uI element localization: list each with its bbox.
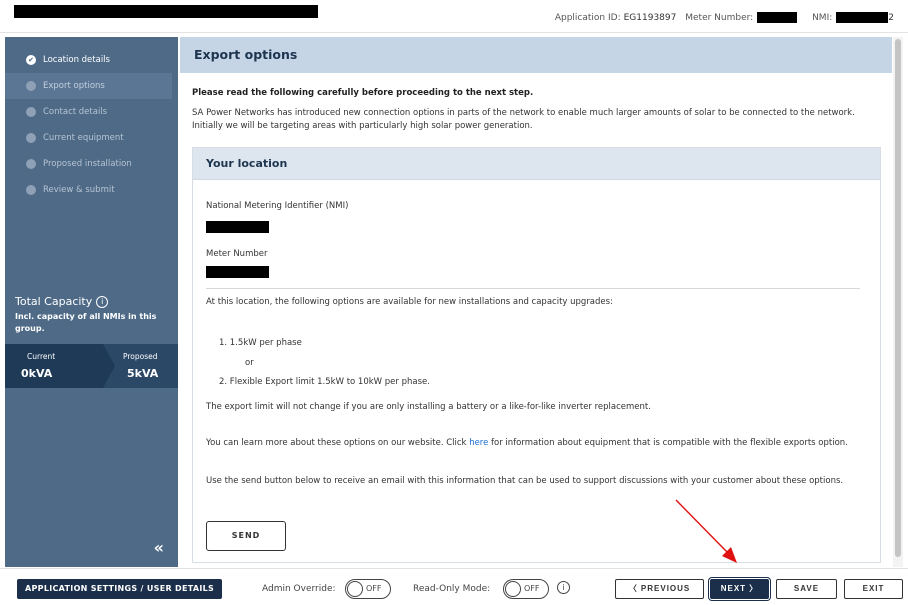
redacted-nmi-value — [206, 221, 269, 233]
current-capacity-value: 0kVA — [21, 367, 53, 380]
sidebar-item-label: Location details — [43, 55, 110, 65]
sidebar-item-current-equipment[interactable]: Current equipment — [5, 125, 178, 151]
save-button[interactable]: SAVE — [776, 579, 837, 599]
proposed-capacity-label: Proposed — [123, 352, 158, 361]
total-capacity-label: Total Capacity — [15, 295, 93, 308]
step-list: ✔ Location details Export options Contac… — [5, 37, 178, 203]
or-text: or — [245, 358, 254, 368]
options-intro-text: At this location, the following options … — [206, 297, 613, 307]
footer-bar: APPLICATION SETTINGS / USER DETAILS Admi… — [0, 568, 908, 605]
sidebar-item-location-details[interactable]: ✔ Location details — [5, 47, 178, 73]
sidebar-item-label: Review & submit — [43, 185, 115, 195]
info-icon[interactable]: i — [557, 581, 570, 594]
divider — [206, 288, 860, 289]
readonly-mode-toggle[interactable]: OFF — [503, 579, 549, 599]
sidebar-item-label: Current equipment — [43, 133, 124, 143]
current-capacity-label: Current — [27, 352, 56, 361]
sidebar-item-label: Export options — [43, 81, 105, 91]
previous-button[interactable]: 〈 PREVIOUS — [615, 579, 704, 599]
toggle-knob — [505, 581, 521, 597]
battery-note-text: The export limit will not change if you … — [206, 402, 651, 412]
step-dot-icon — [26, 81, 36, 91]
redacted-nmi — [836, 12, 889, 23]
sidebar-item-review-submit[interactable]: Review & submit — [5, 177, 178, 203]
page-title: Export options — [180, 37, 892, 73]
admin-override-toggle[interactable]: OFF — [345, 579, 391, 599]
step-dot-icon — [26, 185, 36, 195]
scrollbar-track[interactable] — [893, 37, 903, 567]
total-capacity-title: Total Capacity i — [5, 295, 178, 308]
nmi-label: NMI: — [812, 13, 833, 23]
nmi-field-label: National Metering Identifier (NMI) — [206, 201, 349, 211]
collapse-sidebar-icon[interactable]: « — [154, 538, 164, 557]
sidebar-item-proposed-installation[interactable]: Proposed installation — [5, 151, 178, 177]
nmi-suffix: 2 — [888, 13, 894, 23]
readonly-mode-state: OFF — [524, 584, 540, 593]
total-capacity-panel: Total Capacity i Incl. capacity of all NM… — [5, 295, 178, 388]
sidebar-item-contact-details[interactable]: Contact details — [5, 99, 178, 125]
send-button[interactable]: SEND — [206, 521, 286, 551]
sidebar-item-export-options[interactable]: Export options — [5, 73, 172, 99]
learn-more-post: for information about equipment that is … — [488, 438, 848, 448]
application-settings-button[interactable]: APPLICATION SETTINGS / USER DETAILS — [17, 579, 223, 599]
current-capacity-box: Current 0kVA — [5, 344, 103, 388]
redacted-meter-value — [206, 266, 269, 278]
next-button[interactable]: NEXT 〉 — [710, 579, 769, 599]
main-content: Export options Please read the following… — [180, 37, 892, 567]
learn-more-pre: You can learn more about these options o… — [206, 438, 470, 448]
check-icon: ✔ — [26, 55, 36, 65]
exit-button[interactable]: EXIT — [844, 579, 903, 599]
application-id-value: EG1193897 — [623, 13, 677, 23]
readonly-mode-label: Read-Only Mode: — [413, 584, 491, 594]
scrollbar-thumb[interactable] — [895, 39, 901, 557]
your-location-title: Your location — [193, 148, 880, 180]
step-dot-icon — [26, 159, 36, 169]
application-info: Application ID: EG1193897 Meter Number: N… — [549, 12, 894, 23]
application-id-label: Application ID: — [554, 13, 621, 23]
step-dot-icon — [26, 133, 36, 143]
redacted-meter-number — [757, 12, 798, 23]
sidebar: ✔ Location details Export options Contac… — [5, 37, 178, 567]
capacity-arrow-shape — [103, 344, 115, 388]
meter-number-label: Meter Number: — [685, 13, 754, 23]
sidebar-item-label: Proposed installation — [43, 159, 132, 169]
learn-more-text: You can learn more about these options o… — [206, 437, 866, 450]
step-dot-icon — [26, 107, 36, 117]
top-header-bar: Application ID: EG1193897 Meter Number: N… — [0, 0, 908, 33]
option-2-text: 2. Flexible Export limit 1.5kW to 10kW p… — [219, 377, 430, 387]
proposed-capacity-value: 5kVA — [127, 367, 159, 380]
intro-text: SA Power Networks has introduced new con… — [192, 108, 855, 131]
here-link[interactable]: here — [469, 438, 488, 448]
info-icon[interactable]: i — [96, 296, 109, 308]
meter-number-field-label: Meter Number — [206, 249, 268, 259]
send-note-text: Use the send button below to receive an … — [206, 476, 844, 486]
admin-override-state: OFF — [366, 584, 382, 593]
capacity-boxes: Current 0kVA Proposed 5kVA — [5, 344, 178, 388]
intro-heading: Please read the following carefully befo… — [192, 88, 534, 98]
toggle-knob — [347, 581, 363, 597]
admin-override-label: Admin Override: — [262, 584, 336, 594]
redacted-address — [14, 5, 318, 18]
option-1-text: 1. 1.5kW per phase — [219, 338, 302, 348]
your-location-card: Your location National Metering Identifi… — [192, 147, 881, 563]
sidebar-item-label: Contact details — [43, 107, 108, 117]
total-capacity-subtitle: Incl. capacity of all NMIs in this group… — [15, 312, 157, 333]
